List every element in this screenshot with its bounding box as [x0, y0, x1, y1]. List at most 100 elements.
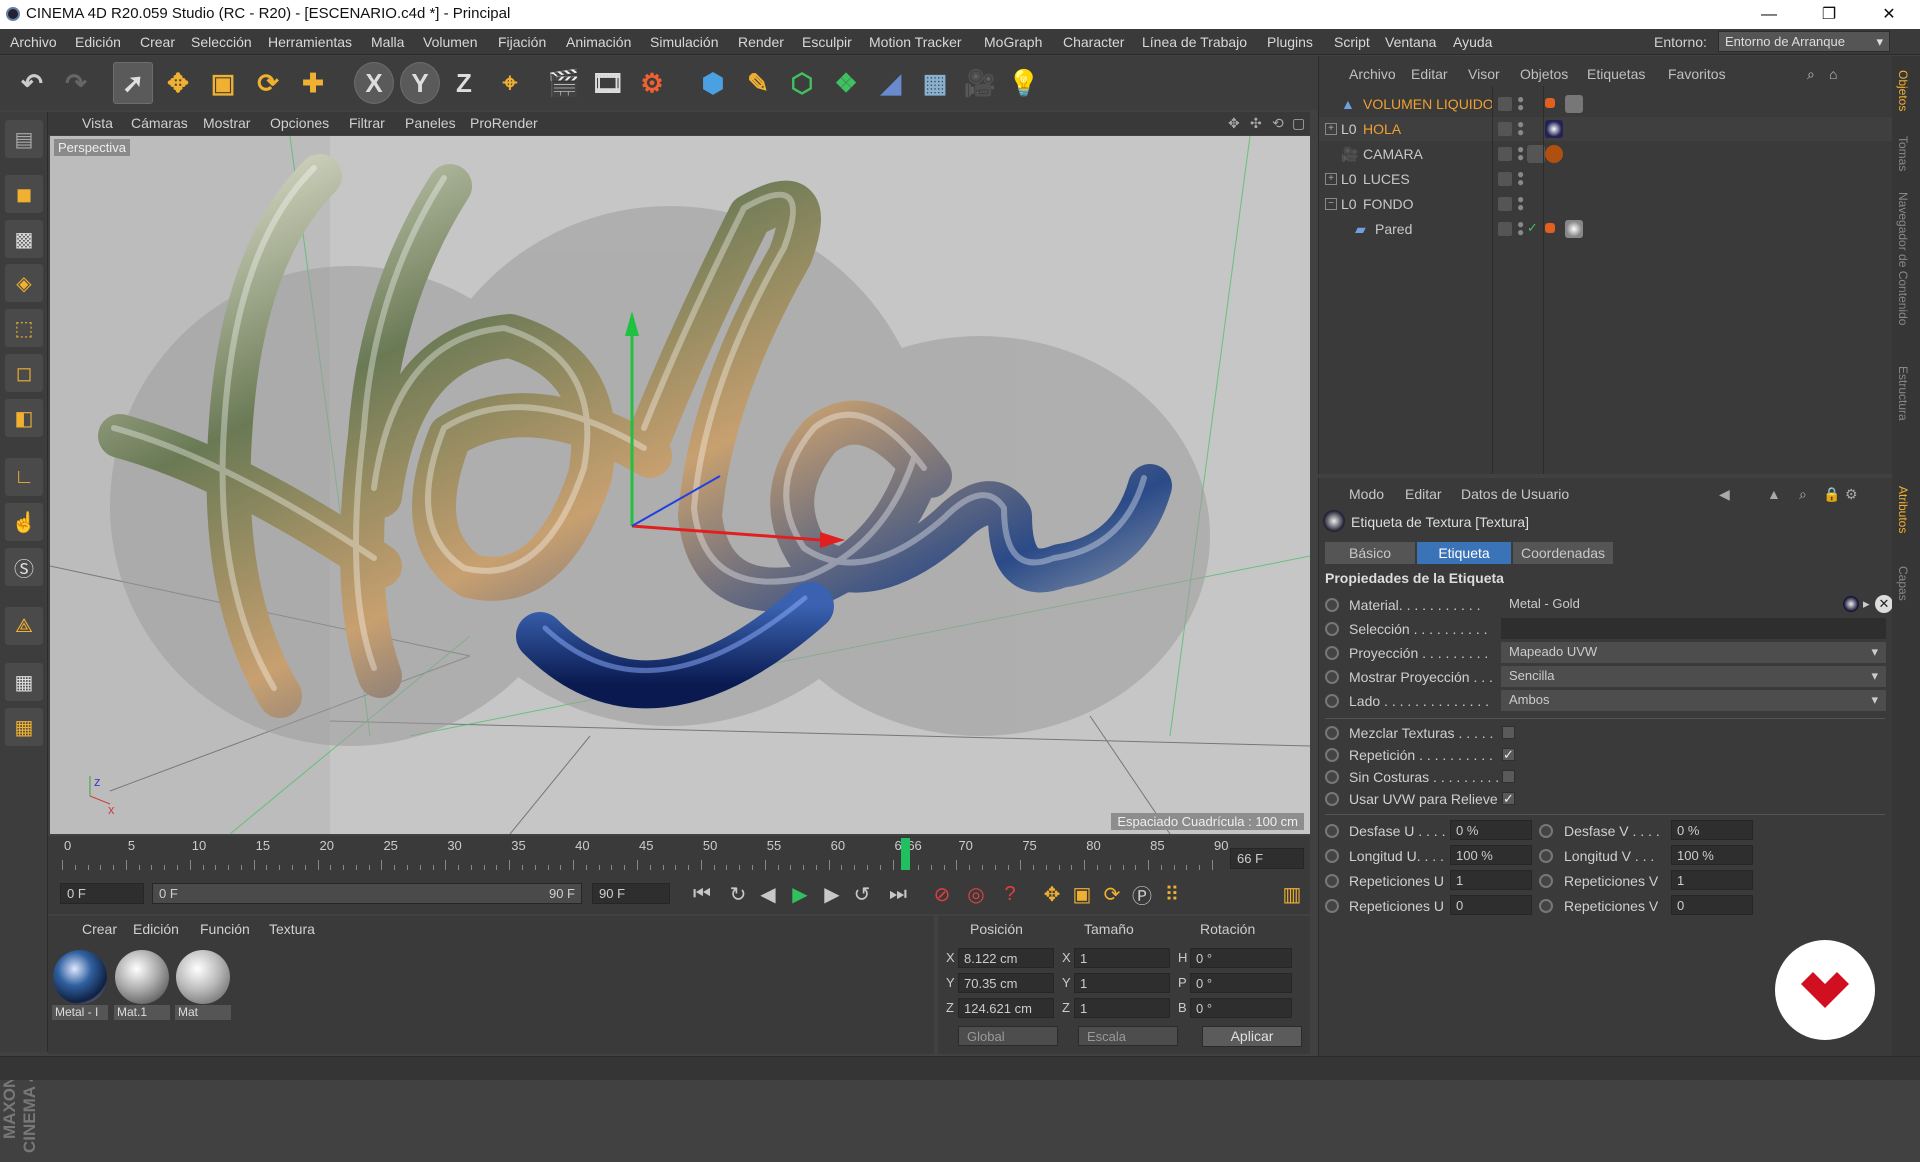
key-parameter-icon[interactable]: Ⓟ — [1128, 880, 1156, 908]
coord-system-dropdown[interactable]: Global — [958, 1026, 1058, 1046]
animate-radio[interactable] — [1325, 694, 1339, 708]
side-tab-navegador[interactable]: Navegador de Contenido — [1896, 192, 1910, 325]
menu-seleccion[interactable]: Selección — [191, 34, 252, 50]
key-position-icon[interactable]: ✥ — [1038, 880, 1066, 908]
viewport-pan-icon[interactable]: ✥ — [1228, 115, 1240, 132]
animate-radio[interactable] — [1325, 748, 1339, 762]
redo-icon[interactable]: ↷ — [56, 62, 96, 104]
render-view-icon[interactable]: 🎬 — [544, 62, 584, 104]
up-arrow-icon[interactable]: ▲ — [1767, 486, 1781, 502]
menu-linea-de-trabajo[interactable]: Línea de Trabajo — [1142, 34, 1247, 50]
texture-mode-icon[interactable]: ▩ — [5, 220, 43, 258]
render-dots[interactable]: ● ● — [1517, 93, 1524, 113]
tab-coordenadas[interactable]: Coordenadas — [1513, 542, 1613, 564]
start-frame-field[interactable]: 0 F — [60, 883, 144, 904]
subdivision-surface-icon[interactable]: ⬡ — [782, 62, 822, 104]
go-to-end-icon[interactable]: ⏭ — [884, 880, 912, 908]
animate-radio[interactable] — [1325, 646, 1339, 660]
render-dots[interactable]: ● ● — [1517, 118, 1524, 138]
expand-icon[interactable]: + — [1325, 173, 1337, 185]
home-icon[interactable]: ⌂ — [1829, 66, 1837, 82]
repetitions-v-field[interactable]: 0 — [1671, 895, 1753, 915]
menu-edicion[interactable]: Edición — [75, 34, 121, 50]
lock-icon[interactable]: 🔒 — [1823, 486, 1840, 503]
rotation-p-field[interactable]: 0 ° — [1190, 973, 1292, 993]
menu-motion-tracker[interactable]: Motion Tracker — [869, 34, 962, 50]
side-tab-estructura[interactable]: Estructura — [1896, 366, 1910, 421]
menu-archivo[interactable]: Archivo — [10, 34, 57, 50]
undo-icon[interactable]: ↶ — [12, 62, 52, 104]
animate-radio[interactable] — [1325, 899, 1339, 913]
menu-herramientas[interactable]: Herramientas — [268, 34, 352, 50]
object-row-hola[interactable]: + L0 HOLA ● ● — [1319, 117, 1893, 141]
attr-menu-modo[interactable]: Modo — [1349, 486, 1384, 502]
tiles-u-field[interactable]: 1 — [1450, 870, 1532, 890]
visibility-toggle[interactable] — [1498, 197, 1512, 211]
key-pla-icon[interactable]: ⠿ — [1158, 880, 1186, 908]
select-arrow-icon[interactable]: ➚ — [113, 62, 153, 104]
menu-character[interactable]: Character — [1063, 34, 1124, 50]
apply-button[interactable]: Aplicar — [1202, 1026, 1302, 1047]
menu-volumen[interactable]: Volumen — [423, 34, 477, 50]
timeline-ruler[interactable]: 05101520253035404550556065667075808590 6… — [48, 836, 1310, 874]
visibility-toggle[interactable] — [1498, 122, 1512, 136]
side-dropdown[interactable]: Ambos ▾ — [1501, 690, 1886, 711]
material-swatch-mat1[interactable]: Mat.1 — [114, 949, 170, 1020]
key-rotation-icon[interactable]: ⟳ — [1098, 880, 1126, 908]
position-y-field[interactable]: 70.35 cm — [958, 973, 1054, 993]
menu-script[interactable]: Script — [1334, 34, 1370, 50]
cloner-icon[interactable]: ❖ — [826, 62, 866, 104]
menu-simulacion[interactable]: Simulación — [650, 34, 718, 50]
viewport-menu-opciones[interactable]: Opciones — [270, 115, 329, 131]
workplane-mode-icon[interactable]: ◈ — [5, 264, 43, 302]
axis-mode-icon[interactable]: ∟ — [5, 458, 43, 496]
visibility-toggle[interactable] — [1498, 97, 1512, 111]
menu-mograph[interactable]: MoGraph — [984, 34, 1042, 50]
loop-forward-icon[interactable]: ↺ — [848, 880, 876, 908]
light-object-icon[interactable]: 💡 — [1004, 62, 1044, 104]
rotate-tool-icon[interactable]: ⟳ — [248, 62, 288, 104]
side-tab-objetos[interactable]: Objetos — [1896, 70, 1910, 111]
material-swatch-mat[interactable]: Mat — [175, 949, 231, 1020]
previous-frame-icon[interactable]: ◀ — [754, 880, 782, 908]
rotation-b-field[interactable]: 0 ° — [1190, 998, 1292, 1018]
objmgr-menu-objetos[interactable]: Objetos — [1520, 66, 1568, 82]
menu-render[interactable]: Render — [738, 34, 784, 50]
cube-primitive-icon[interactable]: ⬢ — [693, 62, 733, 104]
animate-radio[interactable] — [1325, 792, 1339, 806]
size-z-field[interactable]: 1 — [1074, 998, 1170, 1018]
3d-viewport[interactable]: z x Perspectiva Espaciado Cuadrícula : 1… — [50, 136, 1310, 834]
scale-tool-icon[interactable]: ▣ — [203, 62, 243, 104]
rotation-h-field[interactable]: 0 ° — [1190, 948, 1292, 968]
render-dots[interactable]: ● ● — [1517, 218, 1524, 238]
render-dots[interactable]: ● ● — [1517, 193, 1524, 213]
menu-esculpir[interactable]: Esculpir — [802, 34, 852, 50]
mix-textures-checkbox[interactable] — [1502, 726, 1515, 739]
length-v-field[interactable]: 100 % — [1671, 845, 1753, 865]
viewport-menu-paneles[interactable]: Paneles — [405, 115, 456, 131]
play-icon[interactable]: ▶ — [786, 880, 814, 908]
menu-plugins[interactable]: Plugins — [1267, 34, 1313, 50]
viewport-menu-mostrar[interactable]: Mostrar — [203, 115, 250, 131]
object-row-camara[interactable]: 🎥 CAMARA ● ● — [1319, 142, 1893, 166]
model-mode-icon[interactable]: ◼ — [5, 175, 43, 213]
offset-u-field[interactable]: 0 % — [1450, 820, 1532, 840]
viewport-menu-filtrar[interactable]: Filtrar — [349, 115, 385, 131]
selection-field[interactable] — [1501, 618, 1886, 639]
current-frame-field[interactable]: 66 F — [1230, 848, 1304, 869]
polygons-mode-icon[interactable]: ◧ — [5, 399, 43, 437]
frame-ruler[interactable]: 05101520253035404550556065667075808590 — [56, 836, 1228, 874]
tiles-v-field[interactable]: 1 — [1671, 870, 1753, 890]
attr-menu-datos-usuario[interactable]: Datos de Usuario — [1461, 486, 1569, 502]
viewport-menu-prorender[interactable]: ProRender — [470, 115, 538, 131]
deformer-icon[interactable]: ◢ — [871, 62, 911, 104]
menu-fijacion[interactable]: Fijación — [498, 34, 546, 50]
material-tag-icon[interactable] — [1565, 220, 1583, 238]
render-dots[interactable]: ● ● — [1517, 168, 1524, 188]
record-keys-icon[interactable]: ⊘ — [928, 880, 956, 908]
viewport-menu-vista[interactable]: Vista — [82, 115, 113, 131]
animate-radio[interactable] — [1325, 622, 1339, 636]
magnet-icon[interactable]: ⟁ — [5, 607, 43, 645]
render-settings-icon[interactable]: ⚙ — [632, 62, 672, 104]
projection-dropdown[interactable]: Mapeado UVW ▾ — [1501, 642, 1886, 663]
